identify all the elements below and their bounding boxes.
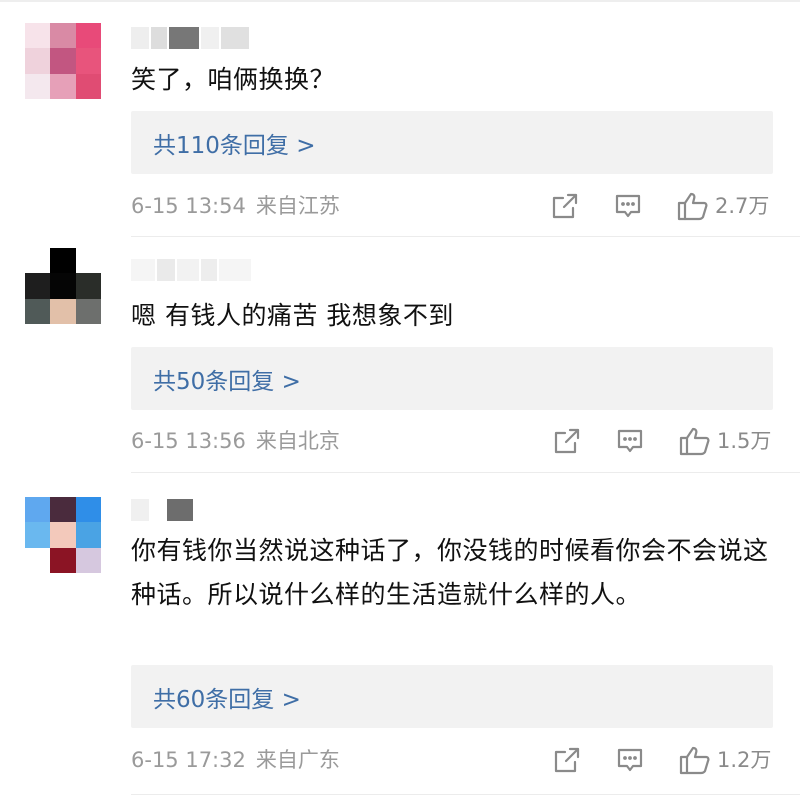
- avatar-mosaic-cell: [25, 547, 51, 573]
- comment-location: 来自广东: [255, 748, 340, 772]
- comment-time: 6-15 17:32: [131, 748, 246, 772]
- reply-button[interactable]: [616, 743, 644, 777]
- username[interactable]: [131, 498, 219, 522]
- like-button[interactable]: 1.2万: [679, 743, 771, 777]
- avatar-mosaic-cell: [50, 547, 76, 573]
- username-mosaic-block: [151, 499, 165, 521]
- comment-meta-text: 6-15 17:32 来自广东: [131, 743, 340, 777]
- comment-divider: [131, 794, 800, 795]
- avatar-mosaic-cell: [75, 522, 101, 548]
- share-button[interactable]: [553, 743, 581, 777]
- avatar-mosaic-cell: [50, 497, 76, 523]
- username-mosaic-block: [167, 499, 193, 521]
- comment-item: 你有钱你当然说这种话了，你没钱的时候看你会不会说这种话。所以说什么样的生活造就什…: [0, 0, 800, 797]
- like-count: 1.2万: [717, 748, 772, 772]
- avatar-mosaic-cell: [75, 547, 101, 573]
- comment-icon: [617, 748, 643, 772]
- avatar-mosaic-cell: [75, 497, 101, 523]
- avatar[interactable]: [25, 497, 101, 573]
- avatar-mosaic-cell: [50, 522, 76, 548]
- username-mosaic-block: [195, 499, 207, 521]
- comment-feed: 笑了，咱俩换换？ 共110条回复 > 6-15 13:54来自江苏 2.7万: [0, 0, 800, 797]
- view-replies-button[interactable]: 共60条回复 >: [131, 665, 773, 728]
- comment-text: 你有钱你当然说这种话了，你没钱的时候看你会不会说这种话。所以说什么样的生活造就什…: [131, 536, 769, 609]
- avatar-mosaic-cell: [25, 522, 51, 548]
- avatar-mosaic-cell: [25, 497, 51, 523]
- username-mosaic-block: [209, 499, 219, 521]
- share-icon: [554, 747, 580, 773]
- username-mosaic-block: [131, 499, 149, 521]
- comment-meta: 6-15 17:32 来自广东 1.2万: [131, 743, 774, 777]
- thumbs-up-icon: [679, 746, 710, 775]
